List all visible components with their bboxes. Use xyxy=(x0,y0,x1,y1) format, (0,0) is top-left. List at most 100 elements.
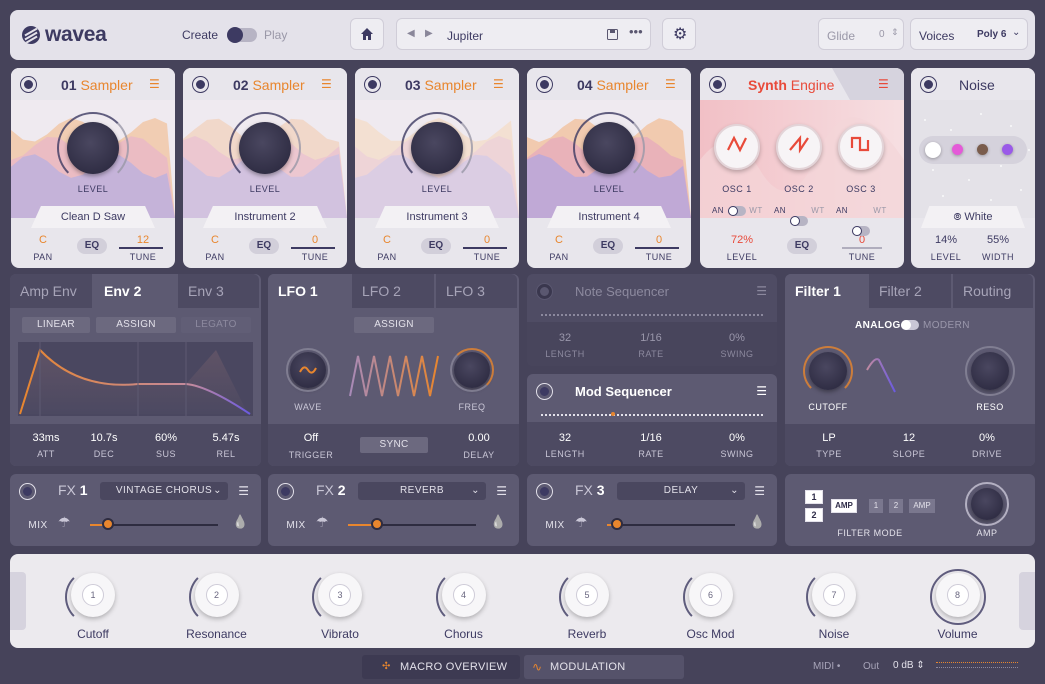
eq-button[interactable]: EQ xyxy=(421,238,451,254)
save-icon[interactable] xyxy=(607,29,618,40)
noteseq-swing-value[interactable]: 0% xyxy=(713,332,761,344)
sampler-settings-icon[interactable]: ☰ xyxy=(149,78,163,90)
synth-tune-slider[interactable] xyxy=(842,247,882,249)
filter-2-node[interactable]: 2 xyxy=(805,508,823,522)
osc-1-knob[interactable] xyxy=(714,124,760,170)
pan-value[interactable]: C xyxy=(25,234,61,246)
sampler-power-button[interactable] xyxy=(193,77,208,92)
fx-effect-dropdown[interactable]: REVERB ⌄ xyxy=(358,482,486,500)
fx-settings-icon[interactable]: ☰ xyxy=(238,484,249,498)
filter-1-node[interactable]: 1 xyxy=(805,490,823,504)
synth-level-value[interactable]: 72% xyxy=(722,234,762,246)
modseq-swing-value[interactable]: 0% xyxy=(713,432,761,444)
tab-env-2[interactable]: Env 2 xyxy=(94,274,176,308)
tune-value[interactable]: 0 xyxy=(467,234,507,246)
env-linear-button[interactable]: LINEAR xyxy=(22,317,90,333)
noise-power-button[interactable] xyxy=(921,77,936,92)
env-att-value[interactable]: 33ms xyxy=(22,432,70,444)
filter-modern-label[interactable]: MODERN xyxy=(923,320,970,331)
fx-settings-icon[interactable]: ☰ xyxy=(754,484,765,498)
noise-color-dot[interactable] xyxy=(1002,144,1013,155)
instrument-selector[interactable]: Instrument 4 xyxy=(547,206,671,228)
filter-analog-label[interactable]: ANALOG xyxy=(855,320,901,331)
mod-seq-power-button[interactable] xyxy=(537,384,552,399)
output-gain[interactable]: 0 dB ⇕ xyxy=(893,660,925,671)
osc-3-knob[interactable] xyxy=(838,124,884,170)
macro-1-knob[interactable]: 1 xyxy=(71,573,115,617)
home-button[interactable] xyxy=(350,18,384,50)
sampler-power-button[interactable] xyxy=(21,77,36,92)
voices-control[interactable]: Voices Poly 6 ⌄ xyxy=(910,18,1028,50)
fx-power-button[interactable] xyxy=(20,484,35,499)
env-legato-button[interactable]: LEGATO xyxy=(181,317,251,333)
serial-1-node[interactable]: 1 xyxy=(869,499,883,513)
eq-button[interactable]: EQ xyxy=(593,238,623,254)
pan-value[interactable]: C xyxy=(541,234,577,246)
level-knob[interactable] xyxy=(583,122,635,174)
macro-6-knob[interactable]: 6 xyxy=(688,573,733,617)
note-seq-steps[interactable] xyxy=(541,314,763,316)
tab-lfo-3[interactable]: LFO 3 xyxy=(436,274,517,308)
eq-button[interactable]: EQ xyxy=(249,238,279,254)
preset-browser[interactable]: ◀ ▶ Jupiter ••• xyxy=(396,18,651,50)
noise-width-value[interactable]: 55% xyxy=(981,234,1015,246)
play-mode-label[interactable]: Play xyxy=(264,28,287,42)
fx-mix-track[interactable] xyxy=(607,524,735,526)
glide-control[interactable]: Glide 0 ⇕ xyxy=(818,18,904,50)
tab-routing[interactable]: Routing xyxy=(953,274,1033,308)
tune-slider[interactable] xyxy=(635,247,679,249)
macro-5-knob[interactable]: 5 xyxy=(565,573,609,617)
macro-3-knob[interactable]: 3 xyxy=(318,573,362,617)
fx-power-button[interactable] xyxy=(537,484,552,499)
macro-overview-button[interactable]: ✣ MACRO OVERVIEW xyxy=(362,655,520,679)
more-icon[interactable]: ••• xyxy=(629,24,643,39)
chevron-down-icon[interactable]: ⌄ xyxy=(1012,27,1020,38)
note-seq-power-button[interactable] xyxy=(537,284,552,299)
prev-preset-icon[interactable]: ◀ xyxy=(407,28,415,39)
mod-seq-steps[interactable] xyxy=(541,414,763,416)
fx-effect-dropdown[interactable]: VINTAGE CHORUS ⌄ xyxy=(100,482,228,500)
tune-value[interactable]: 0 xyxy=(295,234,335,246)
next-preset-icon[interactable]: ▶ xyxy=(425,28,433,39)
lfo-sync-button[interactable]: SYNC xyxy=(360,437,428,453)
tune-slider[interactable] xyxy=(291,247,335,249)
macro-2-knob[interactable]: 2 xyxy=(194,573,239,617)
lfo-delay-value[interactable]: 0.00 xyxy=(454,432,504,444)
tab-filter-1[interactable]: Filter 1 xyxy=(785,274,867,308)
macro-7-knob[interactable]: 7 xyxy=(812,573,856,617)
voices-value[interactable]: Poly 6 xyxy=(977,29,1006,40)
osc-an-wt-toggle[interactable] xyxy=(790,216,808,226)
tab-filter-2[interactable]: Filter 2 xyxy=(869,274,951,308)
instrument-selector[interactable]: Clean D Saw xyxy=(31,206,155,228)
env-dec-value[interactable]: 10.7s xyxy=(80,432,128,444)
env-rel-value[interactable]: 5.47s xyxy=(202,432,250,444)
modseq-rate-value[interactable]: 1/16 xyxy=(627,432,675,444)
fx-mix-thumb[interactable] xyxy=(371,518,383,530)
noise-color-dot[interactable] xyxy=(952,144,963,155)
note-seq-settings-icon[interactable]: ☰ xyxy=(756,284,767,298)
tab-lfo-1[interactable]: LFO 1 xyxy=(268,274,350,308)
pan-value[interactable]: C xyxy=(197,234,233,246)
glide-stepper-icon[interactable]: ⇕ xyxy=(891,27,899,38)
modulation-overview-button[interactable]: ∿ MODULATION OVERVIEW xyxy=(524,655,684,679)
analog-modern-toggle[interactable] xyxy=(901,320,919,330)
tune-value[interactable]: 12 xyxy=(123,234,163,246)
env-sus-value[interactable]: 60% xyxy=(142,432,190,444)
fx-mix-thumb[interactable] xyxy=(102,518,114,530)
osc-an-wt-toggle[interactable] xyxy=(852,226,870,236)
instrument-selector[interactable]: Instrument 3 xyxy=(375,206,499,228)
fx-effect-dropdown[interactable]: DELAY ⌄ xyxy=(617,482,745,500)
lfo-trigger-value[interactable]: Off xyxy=(286,432,336,444)
fx-power-button[interactable] xyxy=(278,484,293,499)
synth-eq-button[interactable]: EQ xyxy=(787,238,817,254)
synth-power-button[interactable] xyxy=(710,77,725,92)
tune-slider[interactable] xyxy=(119,247,163,249)
noise-type-selector[interactable]: ⦾ White xyxy=(921,206,1025,228)
mod-seq-settings-icon[interactable]: ☰ xyxy=(756,384,767,398)
create-play-toggle[interactable] xyxy=(227,27,257,43)
synth-settings-icon[interactable]: ☰ xyxy=(878,78,892,90)
osc-an-wt-toggle[interactable] xyxy=(728,206,746,216)
lfo-assign-button[interactable]: ASSIGN xyxy=(354,317,434,333)
pan-value[interactable]: C xyxy=(369,234,405,246)
modseq-length-value[interactable]: 32 xyxy=(541,432,589,444)
